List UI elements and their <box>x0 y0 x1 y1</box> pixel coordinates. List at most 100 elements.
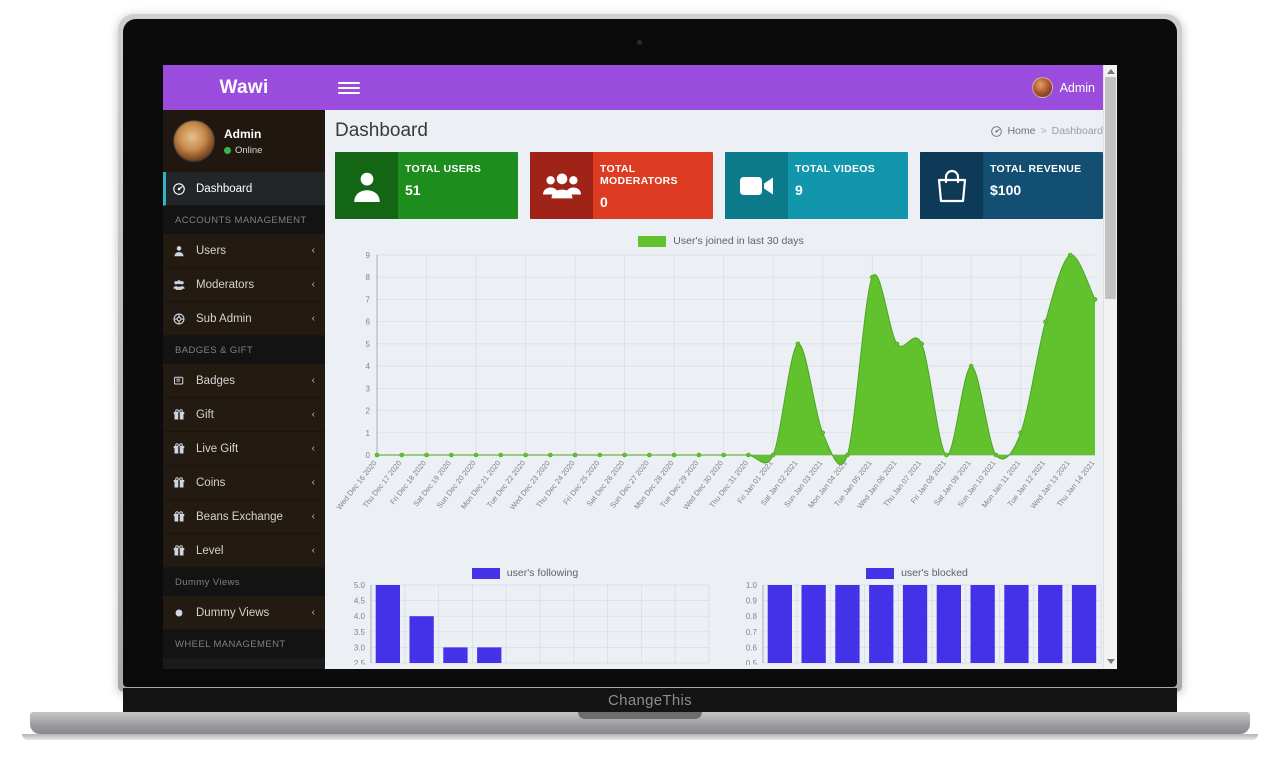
sidebar-user-name: Admin <box>224 126 262 141</box>
users-group-icon <box>173 279 190 291</box>
scrollbar-thumb[interactable] <box>1105 77 1116 299</box>
avatar <box>1031 77 1053 98</box>
gift-icon <box>173 442 190 455</box>
sidebar-item-badges[interactable]: Badges ‹ <box>163 364 325 398</box>
avatar <box>173 120 215 162</box>
stat-card-value: 0 <box>600 194 608 210</box>
sidebar-item-live-gift[interactable]: Live Gift ‹ <box>163 432 325 466</box>
sidebar-item-label: Dashboard <box>196 182 253 195</box>
svg-text:4.5: 4.5 <box>354 597 366 606</box>
chart-legend: User's joined in last 30 days <box>335 233 1107 249</box>
sidebar-user-status: Online <box>224 145 262 156</box>
content-header: Dashboard Home > Dashboard <box>325 110 1117 152</box>
legend-label: User's joined in last 30 days <box>673 235 804 247</box>
chevron-left-icon: ‹ <box>311 313 315 324</box>
breadcrumb-separator: > <box>1040 125 1047 137</box>
users-following-chart: user's following 5.0 4.5 4.0 3.5 3.0 2.5 <box>335 565 715 665</box>
top-navbar: Wawi Admin <box>163 65 1117 110</box>
sidebar-item-coins[interactable]: Coins ‹ <box>163 466 325 500</box>
main-content: Dashboard Home > Dashboard TOTAL USERS 51… <box>325 110 1117 669</box>
sidebar-item-dashboard[interactable]: Dashboard <box>163 172 325 206</box>
webcam-icon <box>637 40 642 45</box>
svg-text:0.5: 0.5 <box>746 659 758 665</box>
sidebar-item-users[interactable]: Users ‹ <box>163 234 325 268</box>
legend-label: user's following <box>506 567 579 579</box>
brand-logo[interactable]: Wawi <box>163 77 325 99</box>
navbar-user-menu[interactable]: Admin <box>1031 77 1095 98</box>
sidebar-item-label: Live Gift <box>196 442 239 455</box>
stat-card-title: TOTAL VIDEOS <box>795 163 876 175</box>
sidebar-item-dummy-views[interactable]: Dummy Views ‹ <box>163 596 325 630</box>
stat-card[interactable]: TOTAL USERS 51 <box>335 152 518 219</box>
chart-canvas: 5.0 4.5 4.0 3.5 3.0 2.5 <box>335 581 715 665</box>
hamburger-menu-icon[interactable] <box>338 81 360 94</box>
svg-text:0: 0 <box>366 451 371 460</box>
circle-icon <box>173 607 190 619</box>
video-icon <box>725 152 788 219</box>
svg-text:4.0: 4.0 <box>354 612 366 621</box>
stat-card-body: TOTAL USERS 51 <box>398 152 518 219</box>
chevron-left-icon: ‹ <box>311 375 315 386</box>
users-icon <box>530 152 593 219</box>
dashboard-icon <box>991 125 1003 137</box>
status-dot-icon <box>224 146 231 154</box>
svg-text:8: 8 <box>366 273 371 282</box>
sidebar-item-level[interactable]: Level ‹ <box>163 534 325 568</box>
svg-text:6: 6 <box>366 318 371 327</box>
svg-text:3.0: 3.0 <box>354 643 366 652</box>
navbar-user-name: Admin <box>1059 80 1095 95</box>
legend-swatch <box>866 567 895 579</box>
chart-svg: 1.0 0.9 0.8 0.7 0.6 0.5 <box>746 581 1102 665</box>
chart-canvas: 0 1 2 3 4 5 6 7 8 9 Wed Dec 16 2020 Thu Dec 17 2020… <box>335 249 1107 561</box>
browser-screen: Wawi Admin Admin Online Dashboard ACCOUN… <box>163 65 1117 669</box>
chevron-left-icon: ‹ <box>311 279 315 290</box>
sidebar-item-sub-admin[interactable]: Sub Admin ‹ <box>163 302 325 336</box>
dashboard-icon <box>173 182 190 195</box>
sidebar-menu: Dashboard ACCOUNTS MANAGEMENT Users ‹ Modera… <box>163 172 325 658</box>
sidebar-item-label: Sub Admin <box>196 312 252 325</box>
chart-svg: 0123456789Wed Dec 16 2020Thu Dec 17 2020… <box>335 251 1098 511</box>
sidebar-item-label: Dummy Views <box>196 606 270 619</box>
vertical-scrollbar[interactable] <box>1103 65 1117 669</box>
laptop-base-notch <box>578 712 702 719</box>
user-icon <box>335 152 398 219</box>
svg-text:1.0: 1.0 <box>746 581 758 590</box>
sidebar-section-header: WHEEL MANAGEMENT <box>163 630 325 658</box>
sidebar-item-label: Moderators <box>196 278 255 291</box>
svg-text:0.8: 0.8 <box>746 612 758 621</box>
stat-card-body: TOTAL MODERATORS 0 <box>593 152 713 219</box>
sidebar-user-status-label: Online <box>235 144 263 156</box>
sidebar-item-gift[interactable]: Gift ‹ <box>163 398 325 432</box>
stat-card-body: TOTAL REVENUE $100 <box>983 152 1103 219</box>
sidebar-item-label: Coins <box>196 476 226 489</box>
laptop-chin-label: ChangeThis <box>123 688 1177 714</box>
stat-card-value: 9 <box>795 182 803 198</box>
stat-card[interactable]: TOTAL REVENUE $100 <box>920 152 1103 219</box>
sidebar-item-beans-exchange[interactable]: Beans Exchange ‹ <box>163 500 325 534</box>
sidebar-item-label: Badges <box>196 374 236 387</box>
scroll-down-arrow-icon[interactable] <box>1107 659 1115 664</box>
scroll-up-arrow-icon[interactable] <box>1107 69 1115 74</box>
gift-icon <box>173 476 190 489</box>
svg-text:3.5: 3.5 <box>354 628 366 637</box>
stat-card[interactable]: TOTAL VIDEOS 9 <box>725 152 908 219</box>
svg-text:3: 3 <box>366 384 371 393</box>
sidebar-user-panel[interactable]: Admin Online <box>163 110 325 172</box>
svg-text:0.6: 0.6 <box>746 643 758 652</box>
sidebar-section-header: Dummy Views <box>163 568 325 596</box>
users-blocked-chart: user's blocked 1.0 0.9 0.8 0.7 0.6 0.5 <box>727 565 1107 665</box>
stat-cards-row: TOTAL USERS 51 TOTAL MODERATORS 0 TOTAL VIDE… <box>325 152 1117 219</box>
stat-card[interactable]: TOTAL MODERATORS 0 <box>530 152 713 219</box>
breadcrumb-home[interactable]: Home <box>1007 125 1035 137</box>
chart-legend: user's following <box>335 565 715 581</box>
chevron-left-icon: ‹ <box>311 545 315 556</box>
chart-svg: 5.0 4.5 4.0 3.5 3.0 2.5 <box>354 581 710 665</box>
bottom-charts-row: user's following 5.0 4.5 4.0 3.5 3.0 2.5 user… <box>335 565 1107 665</box>
legend-label: user's blocked <box>901 567 968 579</box>
sidebar-item-moderators[interactable]: Moderators ‹ <box>163 268 325 302</box>
sidebar-item-label: Gift <box>196 408 214 421</box>
stat-card-title: TOTAL REVENUE <box>990 163 1082 175</box>
legend-swatch <box>638 235 667 247</box>
chevron-left-icon: ‹ <box>311 409 315 420</box>
svg-text:5.0: 5.0 <box>354 581 366 590</box>
